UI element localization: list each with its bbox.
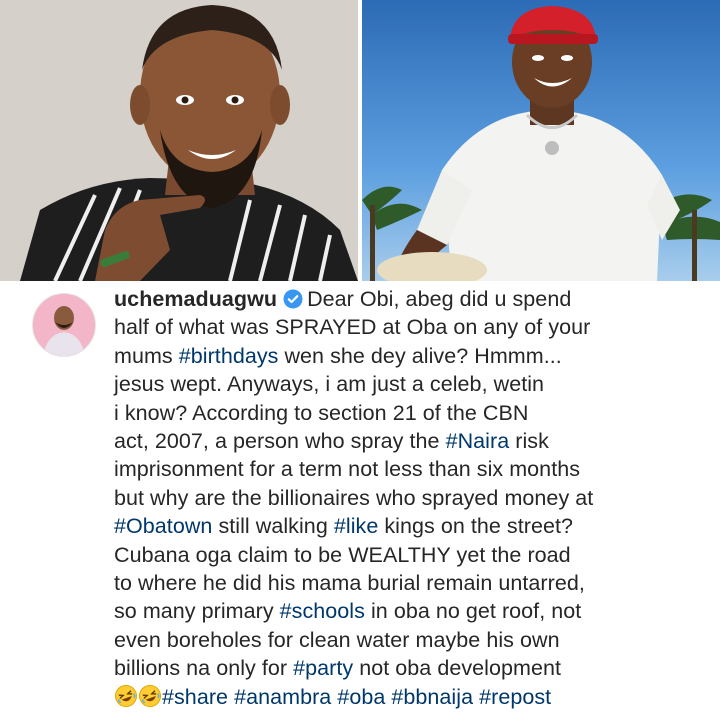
rofl-emoji [115,684,137,707]
hashtag-link[interactable]: #Obatown [114,514,212,538]
caption-text: kings on the street? [378,514,573,539]
caption-line: Cubana oga claim to be WEALTHY yet the r… [114,541,714,569]
caption-text: but why are the billionaires who sprayed… [114,485,594,510]
right-photo[interactable] [362,0,720,281]
caption-text: half of what was SPRAYED at Oba on any o… [114,315,591,340]
post-caption-area: uchemaduagwu Dear Obi, abeg did u spend ha… [0,281,720,718]
hashtag-link[interactable]: #bbnaija [391,685,473,709]
caption-line: jesus wept. Anyways, i am just a celeb, … [114,370,714,398]
hashtag-link[interactable]: #birthdays [179,344,279,368]
caption-line: act, 2007, a person who spray the #Naira… [114,427,714,455]
caption-text: mums [114,343,179,368]
left-photo[interactable] [0,0,358,281]
caption-line: billions na only for #party not oba deve… [114,654,714,682]
caption-line: i know? According to section 21 of the C… [114,399,714,427]
caption-text: billions na only for [114,656,294,681]
caption-text: risk [509,429,549,454]
post-caption: uchemaduagwu Dear Obi, abeg did u spend ha… [114,285,714,711]
caption-line: imprisonment for a term not less than si… [114,455,714,483]
caption-line: uchemaduagwu Dear Obi, abeg did u spend [114,285,714,313]
hashtag-link[interactable]: #like [334,514,378,538]
caption-text: in oba no get roof, not [364,599,582,624]
caption-line: mums #birthdays wen she dey alive? Hmmm.… [114,342,714,370]
hashtag-link[interactable]: #oba [337,685,385,709]
post-photos [0,0,720,281]
caption-text: even boreholes for clean water maybe his… [114,627,560,652]
caption-text: so many primary [114,599,280,624]
caption-line: half of what was SPRAYED at Oba on any o… [114,313,714,341]
caption-line: but why are the billionaires who sprayed… [114,484,714,512]
hashtag-link[interactable]: #Naira [446,429,510,453]
caption-text: act, 2007, a person who spray the [114,429,446,454]
caption-line: so many primary #schools in oba no get r… [114,597,714,625]
caption-text: wen she dey alive? Hmmm... [278,343,562,368]
hashtag-link[interactable]: #share [162,685,228,709]
caption-line: #share #anambra #oba #bbnaija #repost [114,683,714,711]
caption-text: still walking [212,514,334,539]
caption-text: Dear Obi, abeg did u spend [307,287,572,311]
caption-line: to where he did his mama burial remain u… [114,569,714,597]
caption-text: i know? According to section 21 of the C… [114,400,529,425]
caption-text: not oba development [353,656,561,681]
caption-line: #Obatown still walking #like kings on th… [114,512,714,540]
hashtag-link[interactable]: #repost [479,685,551,709]
hashtag-link[interactable]: #anambra [234,685,331,709]
caption-text: to where he did his mama burial remain u… [114,571,585,596]
hashtag-link[interactable]: #party [293,656,353,680]
caption-text: Cubana oga claim to be WEALTHY yet the r… [114,542,571,567]
hashtag-link[interactable]: #schools [280,599,365,623]
username-link[interactable]: uchemaduagwu [114,287,277,311]
caption-text: imprisonment for a term not less than si… [114,457,581,482]
caption-text: jesus wept. Anyways, i am just a celeb, … [114,372,545,397]
verified-badge-icon [283,289,303,309]
user-avatar[interactable] [32,293,96,357]
rofl-emoji [139,684,161,707]
caption-line: even boreholes for clean water maybe his… [114,626,714,654]
